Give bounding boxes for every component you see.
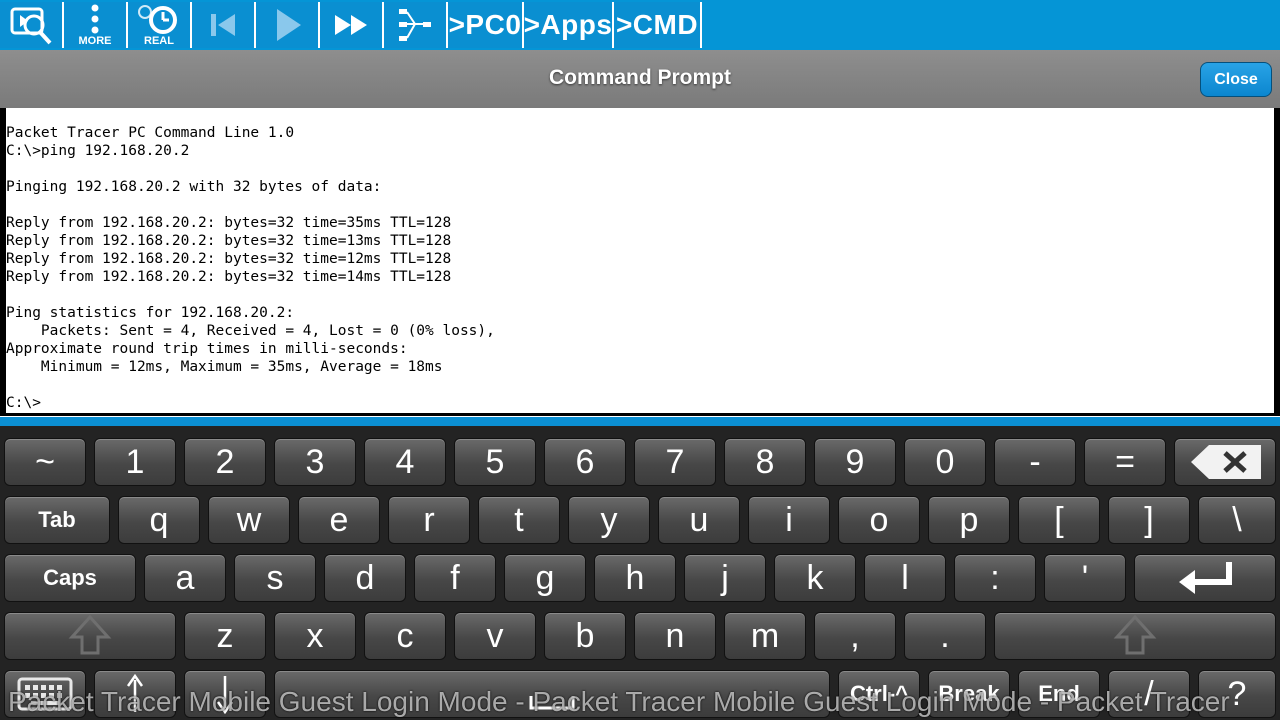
vertical-dots-icon xyxy=(91,4,99,34)
terminal-output-area[interactable]: Packet Tracer PC Command Line 1.0 C:\>pi… xyxy=(6,108,1274,413)
key-5[interactable]: 5 xyxy=(454,438,536,486)
key-h[interactable]: h xyxy=(594,554,676,602)
window-title-bar: Command Prompt Close xyxy=(0,50,1280,108)
key-3[interactable]: 3 xyxy=(274,438,356,486)
key-backspace[interactable] xyxy=(1174,438,1276,486)
key-right-bracket[interactable]: ] xyxy=(1108,496,1190,544)
key-7[interactable]: 7 xyxy=(634,438,716,486)
key-s[interactable]: s xyxy=(234,554,316,602)
play-icon xyxy=(277,9,301,41)
enter-arrow-icon xyxy=(1179,562,1232,594)
key-enter[interactable] xyxy=(1134,554,1276,602)
key-colon[interactable]: : xyxy=(954,554,1036,602)
key-minus[interactable]: - xyxy=(994,438,1076,486)
window-title: Command Prompt xyxy=(548,66,731,89)
key-a[interactable]: a xyxy=(144,554,226,602)
realtime-mode-button[interactable]: REAL xyxy=(128,2,192,48)
magnify-logo-icon xyxy=(10,7,52,45)
key-v[interactable]: v xyxy=(454,612,536,660)
key-0[interactable]: 0 xyxy=(904,438,986,486)
onscreen-keyboard: ~ 1 2 3 4 5 6 7 8 9 0 - = Tab q w e r t … xyxy=(0,426,1280,720)
key-g[interactable]: g xyxy=(504,554,586,602)
more-label: MORE xyxy=(78,35,112,47)
key-left-bracket[interactable]: [ xyxy=(1018,496,1100,544)
breadcrumb-apps[interactable]: >Apps xyxy=(524,2,614,48)
terminal-panel: Packet Tracer PC Command Line 1.0 C:\>pi… xyxy=(0,108,1280,416)
key-shift-right[interactable] xyxy=(994,612,1276,660)
shift-arrow-icon xyxy=(68,615,112,655)
real-label: REAL xyxy=(144,35,174,47)
key-caps[interactable]: Caps xyxy=(4,554,136,602)
key-u[interactable]: u xyxy=(658,496,740,544)
key-9[interactable]: 9 xyxy=(814,438,896,486)
key-q[interactable]: q xyxy=(118,496,200,544)
guest-mode-watermark: Packet Tracer Mobile Guest Login Mode - … xyxy=(8,686,1230,717)
key-tab[interactable]: Tab xyxy=(4,496,110,544)
key-d[interactable]: d xyxy=(324,554,406,602)
shift-arrow-icon xyxy=(1113,615,1157,655)
key-z[interactable]: z xyxy=(184,612,266,660)
key-quote[interactable]: ' xyxy=(1044,554,1126,602)
breadcrumb-cmd-label: >CMD xyxy=(615,9,699,40)
fast-forward-icon xyxy=(335,15,367,35)
key-i[interactable]: i xyxy=(748,496,830,544)
top-toolbar: MORE REAL >PC0 >Apps >CMD xyxy=(0,0,1280,51)
backspace-icon xyxy=(1191,445,1261,479)
breadcrumb-apps-label: >Apps xyxy=(523,9,613,40)
key-e[interactable]: e xyxy=(298,496,380,544)
key-x[interactable]: x xyxy=(274,612,356,660)
key-k[interactable]: k xyxy=(774,554,856,602)
key-comma[interactable]: , xyxy=(814,612,896,660)
key-r[interactable]: r xyxy=(388,496,470,544)
network-view-button[interactable] xyxy=(0,2,64,48)
key-n[interactable]: n xyxy=(634,612,716,660)
key-4[interactable]: 4 xyxy=(364,438,446,486)
play-button[interactable] xyxy=(256,2,320,48)
key-j[interactable]: j xyxy=(684,554,766,602)
key-w[interactable]: w xyxy=(208,496,290,544)
key-6[interactable]: 6 xyxy=(544,438,626,486)
key-shift-left[interactable] xyxy=(4,612,176,660)
topology-tree-icon xyxy=(399,9,431,41)
key-8[interactable]: 8 xyxy=(724,438,806,486)
key-equals[interactable]: = xyxy=(1084,438,1166,486)
key-b[interactable]: b xyxy=(544,612,626,660)
key-p[interactable]: p xyxy=(928,496,1010,544)
key-c[interactable]: c xyxy=(364,612,446,660)
key-backslash[interactable]: \ xyxy=(1198,496,1276,544)
clock-icon xyxy=(138,5,177,34)
key-1[interactable]: 1 xyxy=(94,438,176,486)
key-f[interactable]: f xyxy=(414,554,496,602)
breadcrumb-cmd[interactable]: >CMD xyxy=(614,2,702,48)
more-button[interactable]: MORE xyxy=(64,2,128,48)
topology-button[interactable] xyxy=(384,2,448,48)
step-back-icon xyxy=(211,14,235,36)
key-l[interactable]: l xyxy=(864,554,946,602)
fast-forward-button[interactable] xyxy=(320,2,384,48)
key-y[interactable]: y xyxy=(568,496,650,544)
breadcrumb-pc0-label: >PC0 xyxy=(448,9,522,40)
key-t[interactable]: t xyxy=(478,496,560,544)
breadcrumb-pc0[interactable]: >PC0 xyxy=(448,2,524,48)
key-o[interactable]: o xyxy=(838,496,920,544)
terminal-output: Packet Tracer PC Command Line 1.0 C:\>pi… xyxy=(6,125,495,411)
close-button[interactable]: Close xyxy=(1200,62,1272,97)
step-back-button[interactable] xyxy=(192,2,256,48)
key-m[interactable]: m xyxy=(724,612,806,660)
key-2[interactable]: 2 xyxy=(184,438,266,486)
key-period[interactable]: . xyxy=(904,612,986,660)
key-tilde[interactable]: ~ xyxy=(4,438,86,486)
